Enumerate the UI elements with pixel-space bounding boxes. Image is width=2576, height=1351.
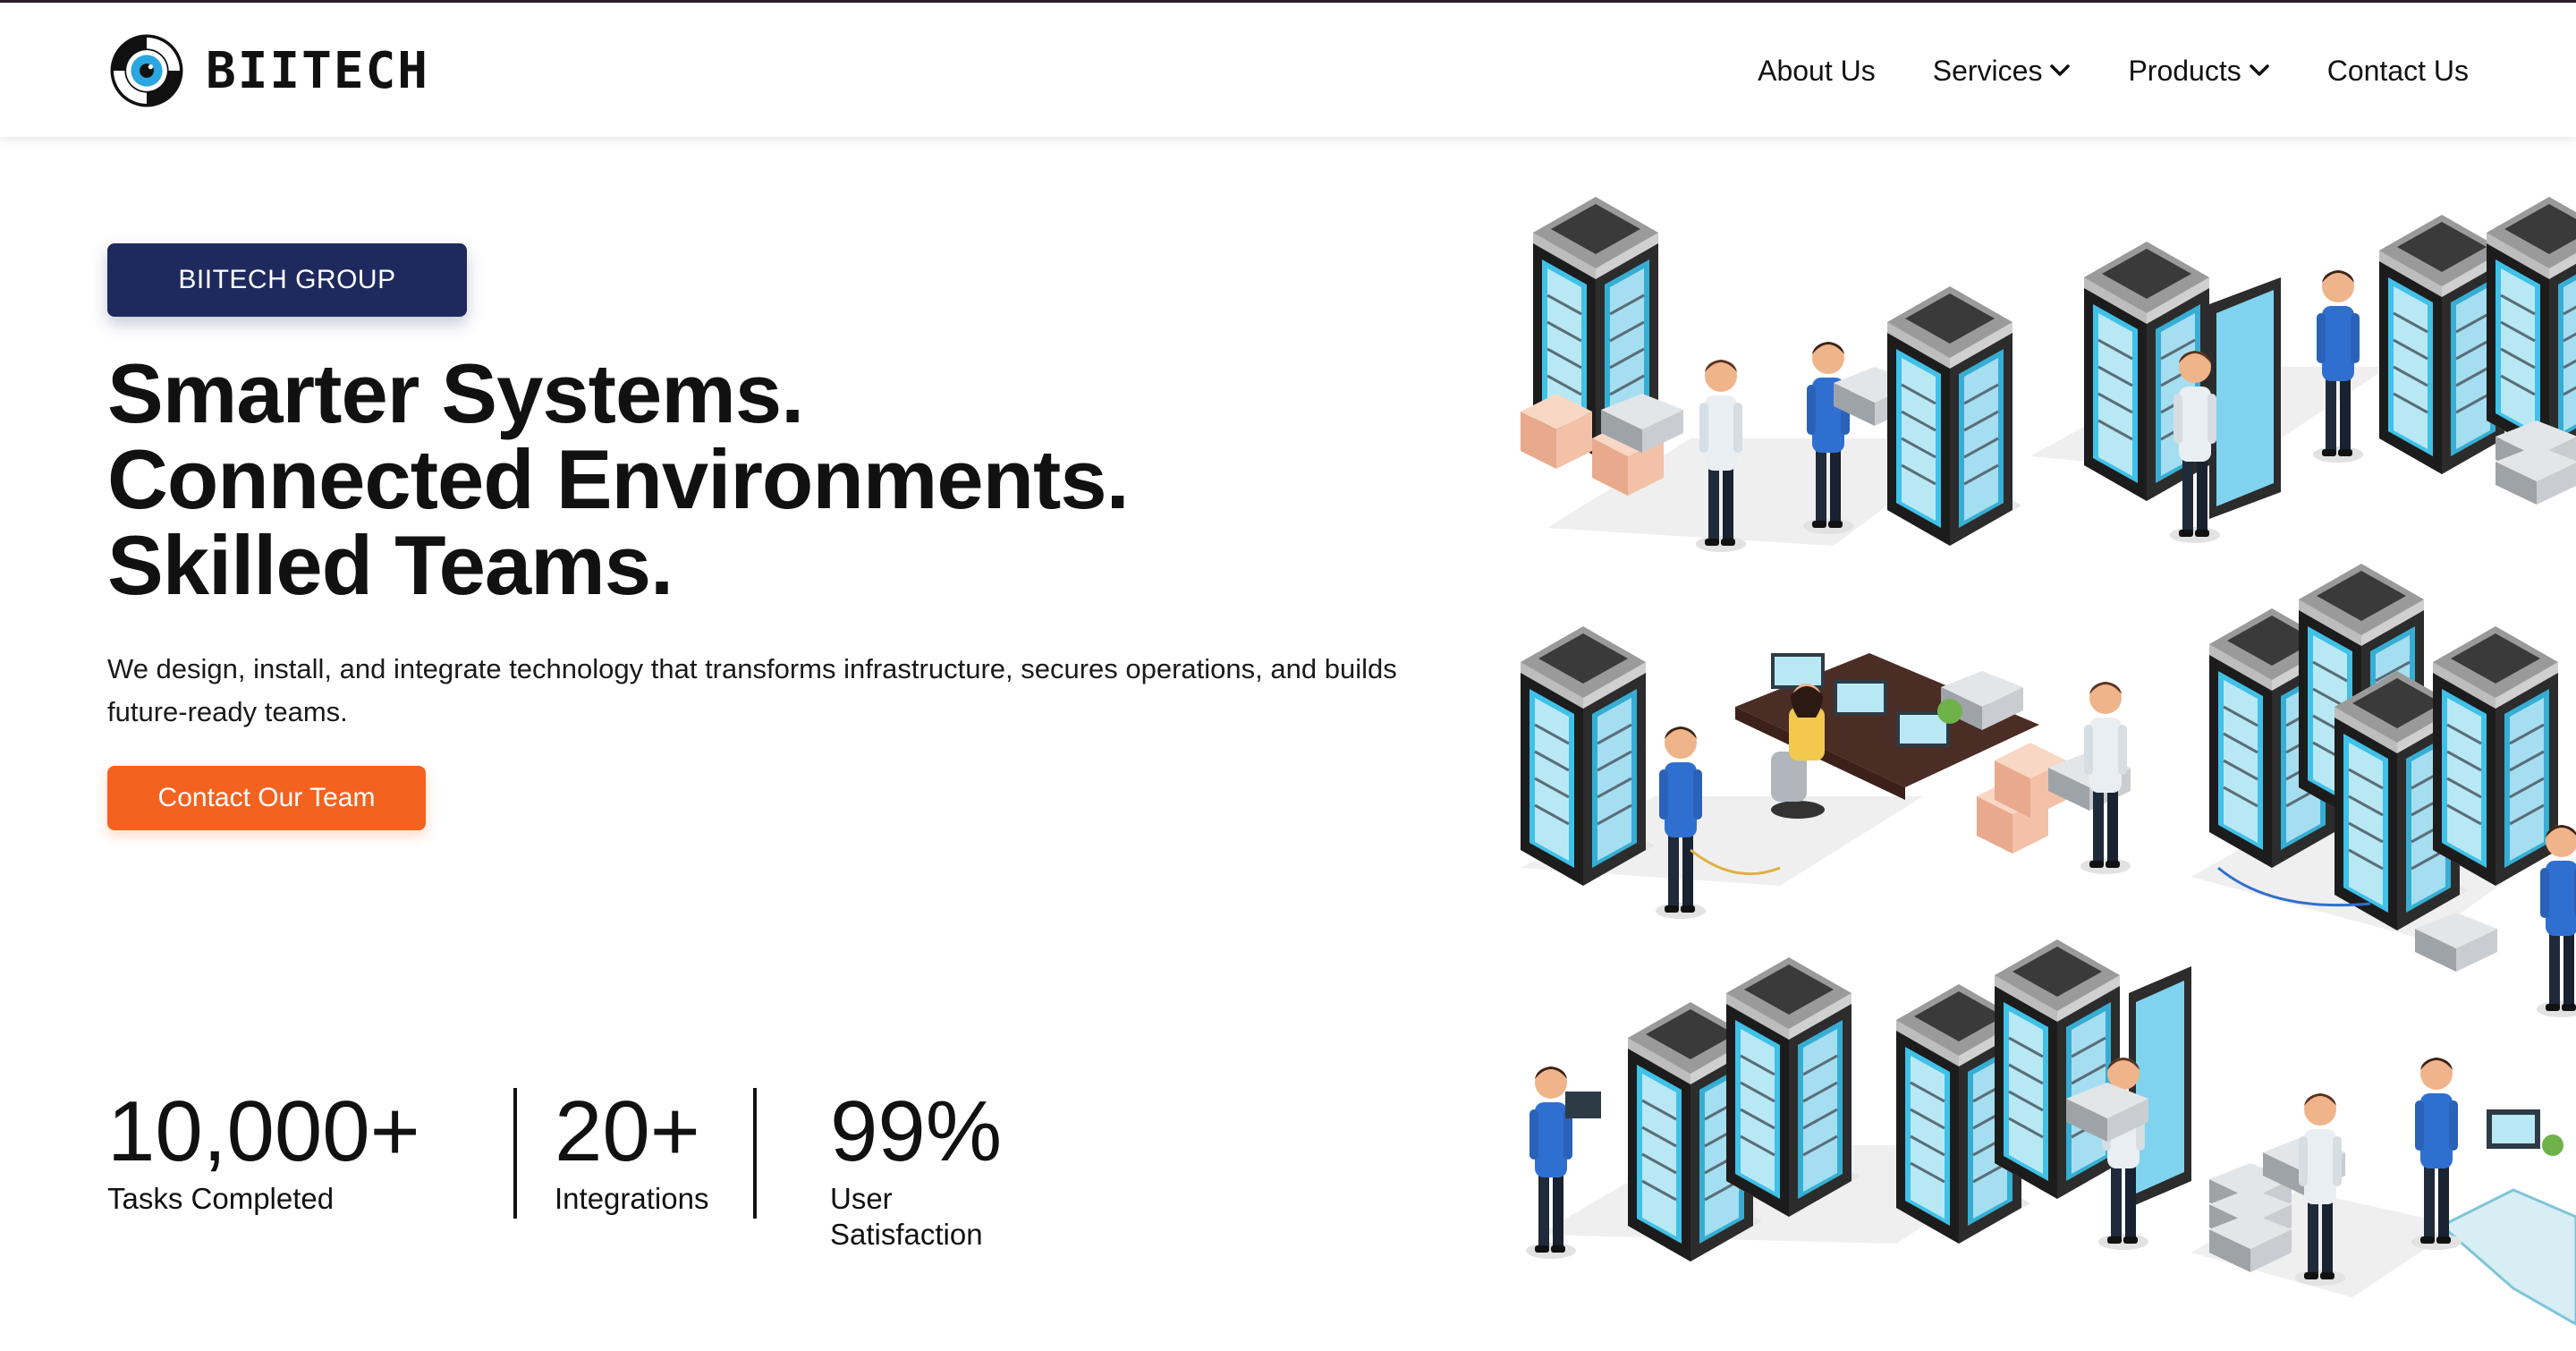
nav-products-label: Products xyxy=(2128,54,2241,87)
headline-line-3: Skilled Teams. xyxy=(107,518,674,612)
hero-description: We design, install, and integrate techno… xyxy=(107,653,1397,727)
group-badge: BIITECH GROUP xyxy=(107,243,467,317)
nav-services-label: Services xyxy=(1932,54,2043,87)
stat-integrations-value: 20+ xyxy=(555,1083,700,1179)
isometric-datacenter-illustration-icon xyxy=(1519,195,2576,1326)
stat-satisfaction: 99% User Satisfaction xyxy=(830,1083,1002,1253)
nav-services[interactable]: Services xyxy=(1933,55,2072,88)
site-header: BIITECH About Us Services Products Conta… xyxy=(0,3,2576,137)
main-nav: About Us Services Products Contact Us xyxy=(1758,44,2469,98)
stat-integrations: 20+ Integrations xyxy=(555,1083,708,1217)
contact-our-team-button[interactable]: Contact Our Team xyxy=(107,766,426,830)
nav-contact-us-label: Contact Us xyxy=(2326,54,2469,87)
brand-name: BIITECH xyxy=(206,41,430,100)
stat-divider xyxy=(513,1088,517,1219)
headline-line-1: Smarter Systems. xyxy=(107,346,804,440)
chevron-down-icon xyxy=(2050,64,2071,76)
nav-products[interactable]: Products xyxy=(2128,55,2269,88)
brand-logo[interactable]: BIITECH xyxy=(107,30,429,112)
nav-about-us[interactable]: About Us xyxy=(1758,55,1876,88)
stat-divider xyxy=(753,1088,757,1219)
stat-satisfaction-value: 99% xyxy=(830,1083,1003,1179)
stat-tasks-label: Tasks Completed xyxy=(107,1182,335,1215)
eye-swirl-logo-icon xyxy=(110,34,183,107)
stat-tasks: 10,000+ Tasks Completed xyxy=(107,1083,420,1217)
headline-line-2: Connected Environments. xyxy=(107,432,1130,526)
chevron-down-icon xyxy=(2249,64,2269,76)
nav-about-us-label: About Us xyxy=(1758,54,1876,87)
stat-tasks-value: 10,000+ xyxy=(107,1083,420,1179)
stat-satisfaction-label: User Satisfaction xyxy=(830,1182,983,1251)
stat-integrations-label: Integrations xyxy=(555,1182,709,1215)
nav-contact-us[interactable]: Contact Us xyxy=(2327,55,2469,88)
hero-headline: Smarter Systems. Connected Environments.… xyxy=(107,351,1360,608)
page: BIITECH About Us Services Products Conta… xyxy=(0,0,2576,1351)
